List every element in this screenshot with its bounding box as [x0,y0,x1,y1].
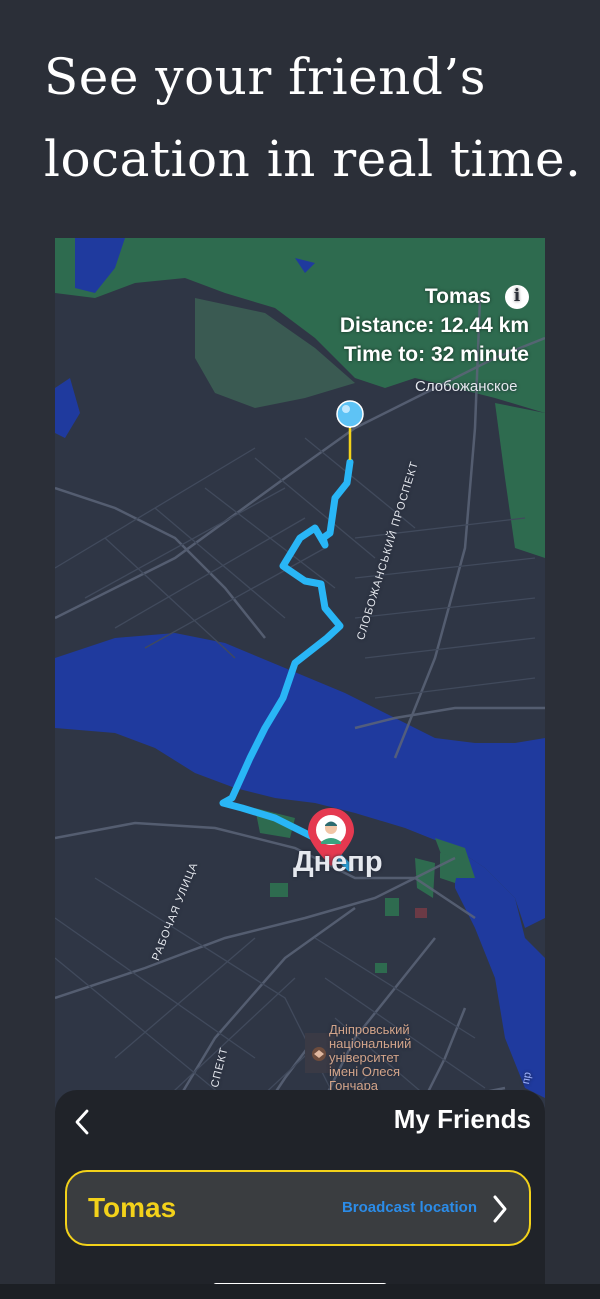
headline-line1: See your friend’s [44,48,486,106]
university-line: національний [329,1036,412,1051]
phone-screen: Tomas i Distance: 12.44 km Time to: 32 m… [55,238,545,1299]
university-line: Дніпровський [329,1022,410,1037]
map-label-university: Дніпровський національний університет ім… [329,1023,411,1093]
sheet-title: My Friends [393,1104,531,1134]
university-line: імені Олеся [329,1064,401,1079]
info-icon[interactable]: i [505,284,529,309]
friend-name: Tomas [88,1192,177,1223]
friend-card[interactable]: Tomas Broadcast location [65,1170,531,1246]
chevron-right-icon[interactable] [491,1194,509,1224]
map-label-edge: пр [520,1071,534,1086]
map-label-city: Днепр [293,846,383,878]
distance-text: Distance: 12.44 km [339,314,529,337]
broadcast-location-link[interactable]: Broadcast location [342,1199,477,1216]
headline: See your friend’s location in real time. [44,36,584,200]
map-label-slobozhanskoe: Слобожанское [415,378,518,395]
bottom-strip [0,1284,600,1299]
back-button[interactable] [67,1104,97,1140]
friend-name-map: Tomas [424,285,491,308]
friends-sheet: My Friends Tomas Broadcast location [55,1090,545,1299]
blue-pin-icon [336,400,364,428]
friend-distance-panel: Tomas i Distance: 12.44 km Time to: 32 m… [229,282,529,369]
headline-line2: location in real time. [44,130,582,188]
back-chevron-icon [75,1109,89,1135]
time-to-text: Time to: 32 minute [343,343,529,366]
university-line: університет [329,1050,400,1065]
